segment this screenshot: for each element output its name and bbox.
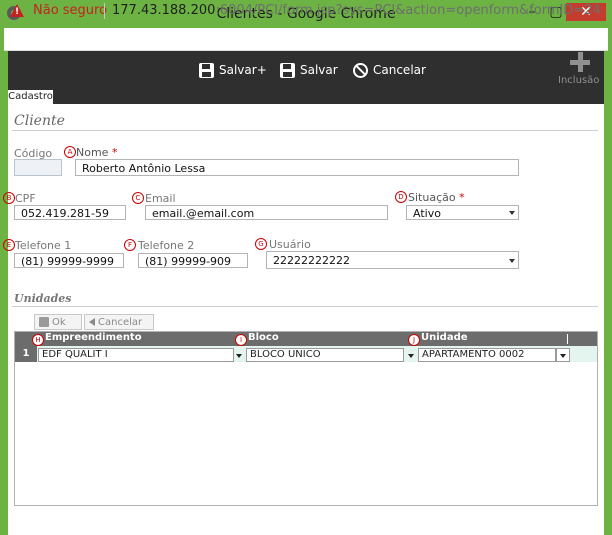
- address-bar[interactable]: [4, 28, 608, 51]
- usuario-label: Usuário: [269, 238, 311, 251]
- cpf-input[interactable]: 052.419.281-59: [14, 205, 126, 220]
- grid-cancelar-button[interactable]: Cancelar: [84, 314, 154, 330]
- cancelar-button[interactable]: Cancelar: [353, 60, 426, 80]
- usuario-value: 22222222222: [273, 254, 350, 267]
- save-icon: [280, 62, 295, 78]
- tab-strip: [8, 90, 604, 104]
- email-input[interactable]: email.@email.com: [145, 205, 388, 220]
- marker-h: H: [32, 334, 44, 346]
- section-title: Cliente: [14, 113, 65, 129]
- marker-d: D: [395, 191, 407, 203]
- grid-ok-label: Ok: [52, 316, 66, 328]
- save-icon: [39, 317, 49, 327]
- required-mark: *: [111, 146, 118, 159]
- marker-b: B: [3, 192, 15, 204]
- situacao-label-text: Situação: [408, 191, 456, 204]
- unidade-cell[interactable]: APARTAMENTO 0002: [418, 348, 556, 362]
- grid-ok-button[interactable]: Ok: [34, 314, 82, 330]
- chevron-down-icon[interactable]: [236, 354, 242, 358]
- marker-i: I: [235, 334, 247, 346]
- inclusao-label: Inclusão: [558, 75, 600, 86]
- url-host: 177.43.188.200: [112, 3, 216, 18]
- unidade-dropdown-button[interactable]: [556, 348, 570, 362]
- unidades-divider: [12, 306, 598, 307]
- marker-f: F: [124, 239, 136, 251]
- salvar-button[interactable]: Salvar: [280, 60, 338, 80]
- situacao-select[interactable]: Ativo: [406, 205, 519, 220]
- save-icon: [199, 62, 214, 78]
- address-divider: [104, 3, 105, 19]
- cancel-icon: [353, 62, 368, 78]
- telefone1-label: Telefone 1: [15, 239, 72, 252]
- url-path: :6004/PCI/form.jsp?sys=PCI&action=openfo…: [215, 3, 602, 18]
- chevron-down-icon[interactable]: [408, 354, 414, 358]
- warning-icon[interactable]: !: [10, 4, 24, 17]
- section-divider: [12, 130, 598, 131]
- salvar-label: Salvar: [300, 63, 338, 77]
- marker-j: J: [408, 334, 420, 346]
- url-text[interactable]: 177.43.188.200:6004/PCI/form.jsp?sys=PCI…: [112, 3, 602, 18]
- situacao-label: Situação *: [408, 191, 465, 204]
- marker-a: A: [64, 146, 76, 158]
- grid-cancelar-label: Cancelar: [98, 316, 143, 328]
- telefone2-input[interactable]: (81) 99999-909: [138, 253, 248, 268]
- security-status[interactable]: Não seguro: [33, 3, 107, 18]
- tab-cadastro[interactable]: Cadastro: [8, 90, 53, 104]
- salvar-mais-label: Salvar+: [219, 63, 267, 77]
- col-unidade[interactable]: Unidade: [421, 332, 468, 343]
- telefone1-input[interactable]: (81) 99999-9999: [14, 253, 124, 268]
- bloco-cell[interactable]: BLOCO UNICO: [246, 348, 404, 362]
- col-bloco[interactable]: Bloco: [248, 332, 279, 343]
- nome-input[interactable]: Roberto Antônio Lessa: [75, 159, 519, 176]
- row-number: 1: [15, 346, 37, 362]
- email-label: Email: [145, 192, 176, 205]
- chevron-down-icon: [509, 211, 515, 215]
- nome-label-text: Nome: [76, 146, 109, 159]
- col-empreendimento[interactable]: Empreendimento: [45, 332, 142, 343]
- marker-g: G: [255, 238, 267, 250]
- situacao-value: Ativo: [413, 207, 441, 220]
- telefone2-label: Telefone 2: [138, 239, 195, 252]
- column-resize-handle[interactable]: [567, 334, 568, 344]
- marker-c: C: [132, 192, 144, 204]
- chevron-down-icon: [509, 259, 515, 263]
- unidades-title: Unidades: [14, 292, 72, 305]
- usuario-select[interactable]: 22222222222: [266, 251, 519, 269]
- cancelar-label: Cancelar: [373, 63, 426, 77]
- back-arrow-icon: [89, 318, 95, 326]
- codigo-field: [14, 159, 62, 176]
- empreendimento-cell[interactable]: EDF QUALIT I: [38, 348, 234, 362]
- chevron-down-icon: [560, 354, 566, 358]
- salvar-mais-button[interactable]: Salvar+: [199, 60, 267, 80]
- marker-e: E: [3, 239, 15, 251]
- nome-label: Nome *: [76, 146, 117, 159]
- add-icon: [570, 52, 590, 72]
- cpf-label: CPF: [15, 192, 36, 205]
- required-mark: *: [459, 191, 465, 204]
